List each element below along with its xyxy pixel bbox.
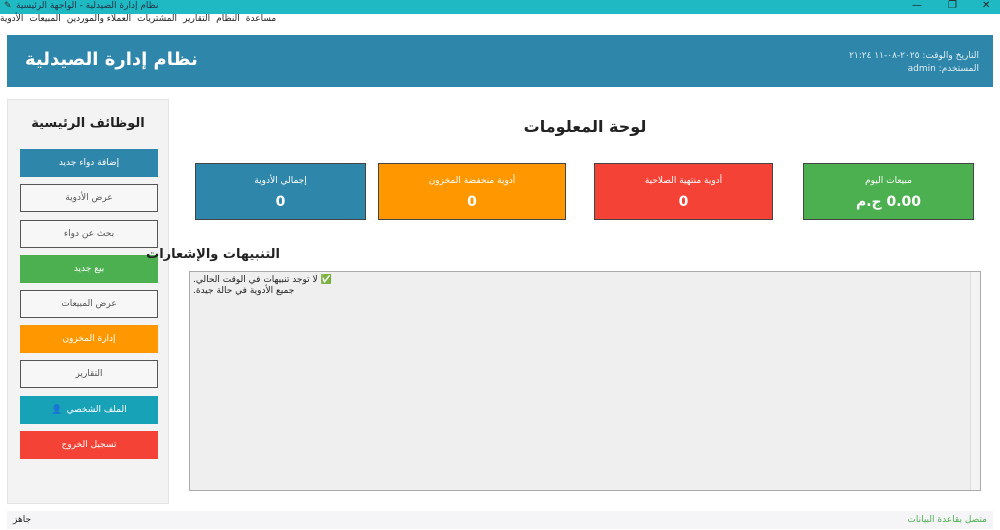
view-medicines-button[interactable]: عرض الأدوية	[20, 184, 158, 212]
sidebar-title: الوظائف الرئيسية	[31, 116, 145, 131]
dashboard-title: لوحة المعلومات	[523, 117, 647, 136]
card-label: مبيعات اليوم	[865, 176, 912, 186]
card-label: أدوية منتهية الصلاحية	[644, 176, 723, 186]
card-low-stock: أدوية منخفضة المخزون 0	[378, 163, 566, 220]
app-title: نظام إدارة الصيدلية	[25, 49, 198, 70]
card-today-sales: مبيعات اليوم 0.00 ج.م	[803, 163, 974, 220]
status-ready: جاهز	[13, 515, 32, 525]
card-value: 0	[275, 194, 286, 210]
menu-customers-suppliers[interactable]: العملاء والموردين	[67, 14, 131, 28]
menu-medicines[interactable]: الأدوية	[0, 14, 23, 28]
card-label: إجمالي الأدوية	[254, 176, 307, 186]
app-icon: ✎	[4, 1, 12, 11]
alert-line: ✅ لا توجد تنبيهات في الوقت الحالي.	[193, 275, 332, 285]
reports-button[interactable]: التقارير	[20, 360, 158, 388]
card-value: 0.00 ج.م	[855, 194, 922, 210]
header-banner: نظام إدارة الصيدلية التاريخ والوقت: ٢٠٢٥…	[7, 35, 993, 87]
add-medicine-button[interactable]: إضافة دواء جديد	[20, 149, 158, 177]
minimize-button[interactable]: —	[912, 0, 922, 11]
user-label: المستخدم: admin	[907, 64, 979, 74]
restore-button[interactable]: ❐	[948, 0, 957, 11]
alerts-scrollbar[interactable]	[970, 272, 980, 490]
window-title: نظام إدارة الصيدلية - الواجهة الرئيسية	[16, 1, 159, 11]
inventory-button[interactable]: إدارة المخزون	[20, 325, 158, 353]
profile-button[interactable]: الملف الشخصي 👤	[20, 396, 158, 424]
search-medicine-button[interactable]: بحث عن دواء	[20, 220, 158, 248]
datetime-user-info: التاريخ والوقت: ٢٠٢٥-٠٨-١١ ٢١:٢٤ المستخد…	[849, 50, 979, 76]
new-sale-button[interactable]: بيع جديد	[20, 255, 158, 283]
card-value: 0	[467, 194, 477, 210]
alert-line: جميع الأدوية في حالة جيدة.	[193, 286, 295, 296]
sidebar: الوظائف الرئيسية إضافة دواء جديد عرض الأ…	[7, 99, 169, 504]
menu-help[interactable]: مساعدة	[246, 14, 276, 28]
logout-button[interactable]: تسجيل الخروج	[20, 431, 158, 459]
view-sales-button[interactable]: عرض المبيعات	[20, 290, 158, 318]
datetime-label: التاريخ والوقت: ٢٠٢٥-٠٨-١١ ٢١:٢٤	[849, 51, 979, 61]
card-total-medicines: إجمالي الأدوية 0	[195, 163, 366, 220]
menu-reports[interactable]: التقارير	[183, 14, 210, 28]
card-expired: أدوية منتهية الصلاحية 0	[594, 163, 773, 220]
card-value: 0	[678, 194, 689, 210]
card-label: أدوية منخفضة المخزون	[428, 176, 516, 186]
menu-purchases[interactable]: المشتريات	[137, 14, 177, 28]
close-button[interactable]: ✕	[982, 0, 990, 11]
menu-system[interactable]: النظام	[216, 14, 240, 28]
alerts-textarea[interactable]: ✅ لا توجد تنبيهات في الوقت الحالي. جميع …	[189, 271, 981, 491]
title-bar: ✎ نظام إدارة الصيدلية - الواجهة الرئيسية…	[0, 0, 1000, 14]
status-bar: جاهز متصل بقاعدة البيانات	[7, 511, 993, 529]
db-connection-status: متصل بقاعدة البيانات	[907, 515, 987, 525]
alerts-title: التنبيهات والإشعارات	[146, 247, 280, 262]
menu-sales[interactable]: المبيعات	[29, 14, 60, 28]
profile-label: الملف الشخصي	[66, 405, 127, 415]
menu-bar: مساعدة النظام التقارير المشتريات العملاء…	[0, 14, 1000, 28]
user-icon: 👤	[51, 405, 63, 415]
